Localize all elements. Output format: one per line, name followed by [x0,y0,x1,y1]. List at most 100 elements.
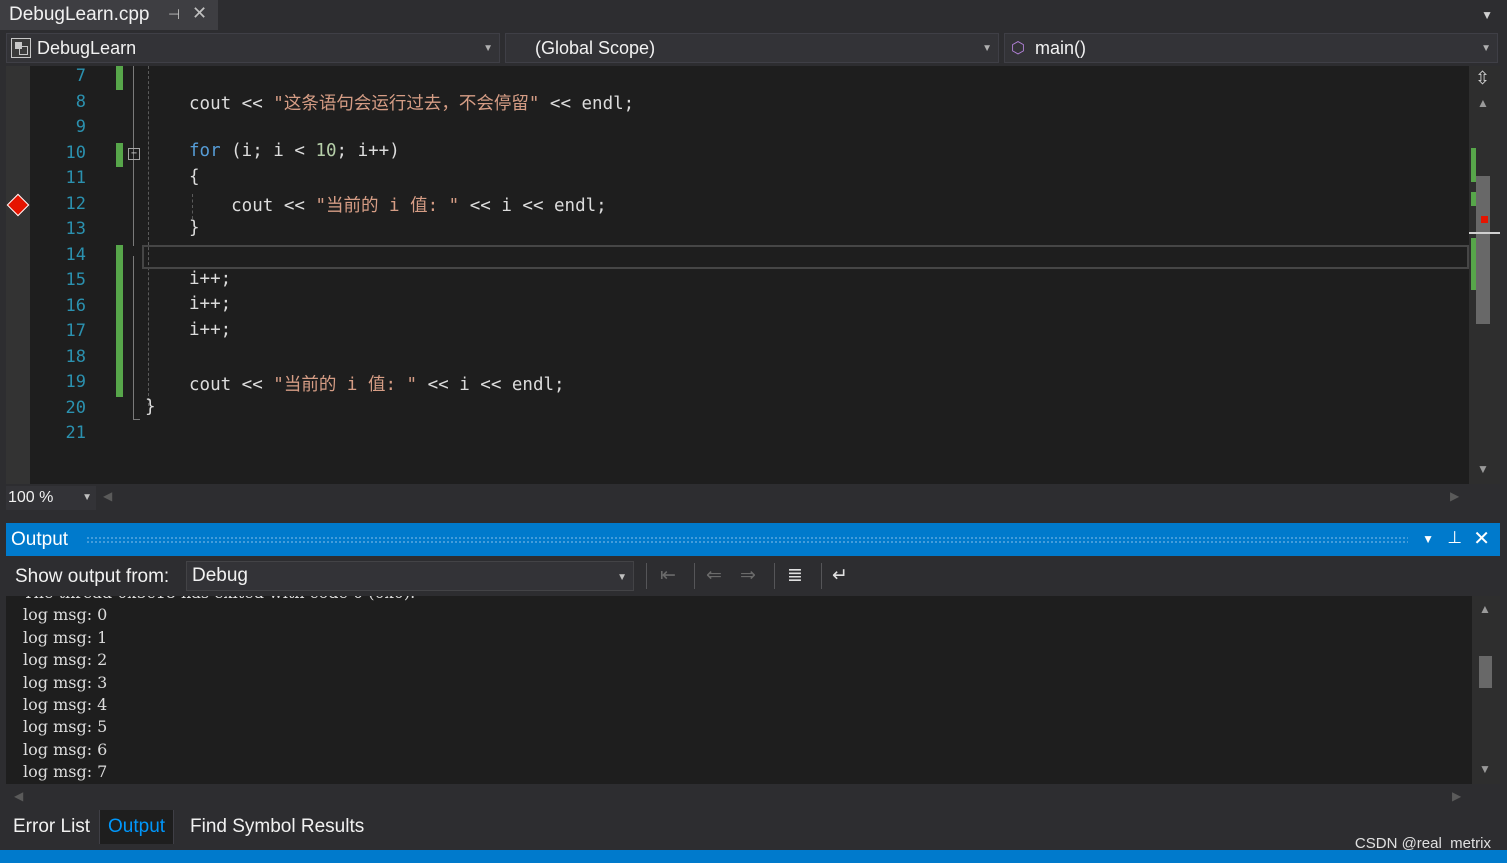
zoom-dropdown[interactable]: 100 % ▼ [6,486,96,510]
code-line-12[interactable]: cout << "当前的 i 值: " << i << endl; [189,192,607,217]
string-literal: "这条语句会运行过去，不会停留" [273,94,540,114]
editor-zoom-row: 100 % ▼ ◀ ▶ [6,484,1500,512]
scroll-down-icon[interactable]: ▼ [1477,462,1489,476]
split-window-icon[interactable]: ⇳ [1475,68,1490,89]
output-text-area[interactable]: The thread 0x5c18 has exited with code 0… [6,596,1472,784]
output-vertical-scrollbar[interactable]: ▲ ▼ [1472,596,1500,784]
scope-dropdown[interactable]: (Global Scope) ▼ [505,33,999,63]
output-window-title: Output [11,528,69,550]
line-number: 20 [65,398,86,418]
show-output-from-label: Show output from: [15,566,170,587]
scroll-right-icon[interactable]: ▶ [1450,489,1459,503]
code-line-10[interactable]: for (i; i < 10; i++) [189,141,400,161]
code-editor[interactable]: 7 8 9 10 11 12 13 14 15 16 17 18 19 20 2… [6,66,1469,484]
next-message-icon[interactable]: ⇒ [740,564,756,587]
scrollbar-thumb[interactable] [1479,656,1492,688]
code-line-17[interactable]: i++; [189,320,231,340]
outline-end [133,419,140,420]
caret-position-marker [1469,232,1500,234]
chevron-down-icon: ▼ [82,492,92,503]
change-indicator [116,245,123,397]
document-tab-bar: DebugLearn.cpp ⊣ ✕ ▼ [0,0,1507,30]
breakpoint-margin[interactable] [6,66,30,484]
code-token: cout << [189,196,316,216]
tab-find-symbol-results[interactable]: Find Symbol Results [190,810,364,844]
scope-name: (Global Scope) [535,37,656,58]
tab-output[interactable]: Output [99,810,175,844]
code-line-20[interactable]: } [145,397,156,417]
window-position-dropdown-icon[interactable]: ▼ [1422,532,1434,546]
code-token: cout << [189,375,274,395]
chevron-down-icon: ▼ [1481,43,1491,54]
chevron-down-icon: ▼ [982,43,992,54]
tab-title: DebugLearn.cpp [9,4,150,25]
change-indicator [116,143,123,167]
output-line: The thread 0x5c18 has exited with code 0… [23,596,415,604]
scroll-down-icon[interactable]: ▼ [1479,762,1491,776]
line-number: 10 [65,143,86,163]
line-number: 21 [65,423,86,443]
close-icon[interactable]: ✕ [192,3,207,24]
outline-line [133,256,134,420]
scroll-left-icon[interactable]: ◀ [103,489,112,503]
code-line-15[interactable]: i++; [189,269,231,289]
output-line: log msg: 0 [23,605,108,625]
toggle-word-wrap-icon[interactable]: ↵ [832,564,848,587]
project-name: DebugLearn [37,37,137,58]
find-message-in-code-icon[interactable]: ⇤ [660,564,676,587]
toolbar-separator [694,563,695,589]
auto-hide-pin-icon[interactable]: ⊥ [1447,528,1462,548]
code-token: << i << endl; [459,196,607,216]
current-line-highlight [142,245,1469,269]
toolbar-separator [646,563,647,589]
clear-all-icon[interactable]: ≣ [787,564,803,587]
collapse-toggle-icon[interactable]: − [128,148,140,160]
code-line-13[interactable]: } [189,218,200,238]
previous-message-icon[interactable]: ⇐ [706,564,722,587]
tab-error-list[interactable]: Error List [13,810,90,844]
change-indicator [116,66,123,90]
pin-icon[interactable]: ⊣ [168,6,180,23]
close-icon[interactable]: ✕ [1473,526,1490,551]
line-number: 11 [65,168,86,188]
project-dropdown[interactable]: DebugLearn ▼ [6,33,500,63]
scroll-up-icon[interactable]: ▲ [1479,602,1491,616]
change-marker [1471,148,1476,182]
line-number: 15 [65,270,86,290]
project-icon [11,38,31,58]
scrollbar-thumb[interactable] [1476,176,1490,324]
editor-vertical-scrollbar[interactable]: ⇳ ▲ ▼ [1469,66,1500,484]
toolbar-separator [774,563,775,589]
code-line-11[interactable]: { [189,167,200,187]
code-token: cout << [189,94,274,114]
code-line-19[interactable]: cout << "当前的 i 值: " << i << endl; [189,371,565,396]
tool-window-tabs: Error List Output Find Symbol Results CS… [0,810,1507,852]
line-number: 19 [65,372,86,392]
indent-guide [148,66,149,406]
line-number: 9 [75,117,86,137]
line-number: 7 [75,66,86,86]
output-source-value: Debug [192,565,248,586]
code-token: (i; i < [220,141,316,161]
keyword: for [189,141,221,161]
member-dropdown[interactable]: ⬡ main() ▼ [1004,33,1498,63]
output-source-dropdown[interactable]: Debug ▼ [186,561,634,591]
output-window-title-bar[interactable]: Output ▼ ⊥ ✕ [6,523,1500,556]
output-horizontal-scrollbar[interactable]: ◀ ▶ [6,784,1500,810]
tab-list-dropdown-icon[interactable]: ▼ [1481,8,1493,22]
document-tab[interactable]: DebugLearn.cpp ⊣ ✕ [0,0,218,30]
output-line: log msg: 3 [23,672,108,692]
scroll-left-icon[interactable]: ◀ [14,789,23,803]
chevron-down-icon: ▼ [617,572,627,583]
scroll-up-icon[interactable]: ▲ [1477,96,1489,110]
status-bar [0,850,1507,863]
code-line-8[interactable]: cout << "这条语句会运行过去，不会停留" << endl; [189,90,634,115]
line-number: 8 [75,92,86,112]
line-number: 14 [65,245,86,265]
string-literal: "当前的 i 值: " [273,375,418,395]
chevron-down-icon: ▼ [483,43,493,54]
code-line-16[interactable]: i++; [189,294,231,314]
line-number: 12 [65,194,86,214]
scroll-right-icon[interactable]: ▶ [1452,789,1461,803]
code-token: ; i++) [336,141,400,161]
